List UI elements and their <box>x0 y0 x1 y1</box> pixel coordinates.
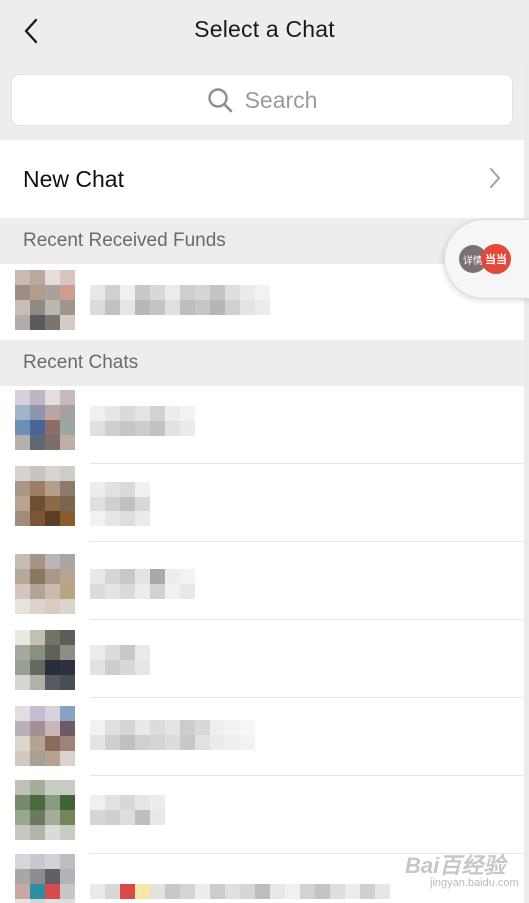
floating-widget-bubble[interactable]: 详情 当当 <box>444 219 529 299</box>
section-header-recent-chats: Recent Chats <box>0 340 524 386</box>
floating-badge-right: 当当 <box>481 244 511 274</box>
list-item[interactable] <box>0 620 524 698</box>
contact-name-blurred <box>90 406 195 436</box>
search-icon <box>207 88 232 113</box>
new-chat-button[interactable]: New Chat <box>0 140 524 218</box>
avatar <box>15 706 75 766</box>
avatar <box>15 630 75 690</box>
page-title: Select a Chat <box>194 16 335 42</box>
watermark-logo: Bai百经验 <box>405 853 506 878</box>
avatar <box>15 554 75 614</box>
scrollbar-track <box>524 62 529 903</box>
search-input[interactable]: Search <box>11 74 513 126</box>
list-item[interactable] <box>0 776 524 854</box>
contact-name-blurred <box>90 645 150 675</box>
contact-name-blurred <box>90 482 150 527</box>
search-placeholder: Search <box>244 86 318 113</box>
list-item[interactable] <box>0 542 524 620</box>
contact-name-blurred <box>90 285 270 315</box>
avatar <box>15 390 75 450</box>
avatar <box>15 854 75 903</box>
avatar <box>15 780 75 840</box>
contact-name-blurred <box>90 884 390 903</box>
contact-name-blurred <box>90 795 165 825</box>
navigation-bar: Select a Chat <box>0 0 529 62</box>
list-item[interactable] <box>0 264 524 340</box>
contact-name-blurred <box>90 569 195 599</box>
watermark-url: jingyan.baidu.com <box>430 877 519 889</box>
chevron-right-icon <box>490 168 500 188</box>
list-item[interactable] <box>0 386 524 464</box>
new-chat-label: New Chat <box>23 165 124 192</box>
contact-name-blurred <box>90 720 255 750</box>
list-item[interactable] <box>0 464 524 542</box>
avatar <box>15 466 75 540</box>
list-item[interactable] <box>0 698 524 776</box>
avatar <box>15 270 75 330</box>
